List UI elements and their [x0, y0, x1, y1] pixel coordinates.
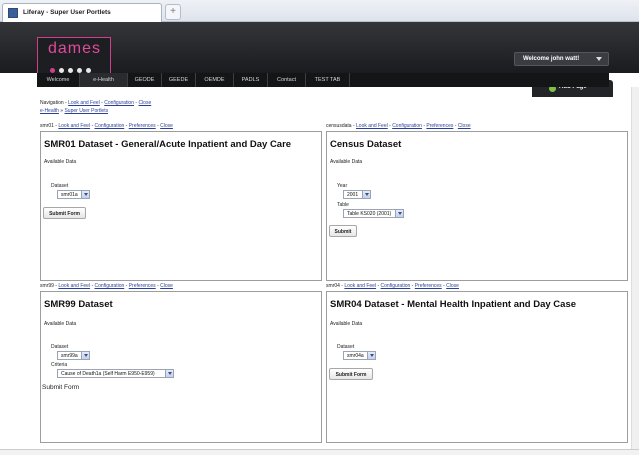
portlet-title: SMR01 Dataset - General/Acute Inpatient …: [44, 139, 292, 150]
configuration-link[interactable]: Configuration: [392, 123, 422, 129]
portlet-title: SMR04 Dataset - Mental Health Inpatient …: [330, 299, 577, 310]
configuration-link[interactable]: Configuration: [381, 283, 411, 289]
preferences-link[interactable]: Preferences: [129, 123, 156, 129]
portlet-title: Census Dataset: [330, 139, 402, 150]
close-link[interactable]: Close: [160, 283, 173, 289]
dropdown-arrow-icon: [367, 352, 375, 359]
chevron-down-icon: [596, 57, 602, 61]
welcome-label: Welcome john watt!: [523, 56, 580, 62]
browser-window: Liferay - Super User Portlets + dames We…: [0, 0, 639, 455]
page-scrollbar[interactable]: [631, 87, 639, 451]
favicon-icon: [8, 8, 18, 18]
look-and-feel-link[interactable]: Look and Feel: [356, 123, 388, 129]
browser-tab[interactable]: Liferay - Super User Portlets: [2, 3, 162, 22]
portlet-id: smr01: [40, 123, 54, 129]
smr04-portlet: SMR04 Dataset - Mental Health Inpatient …: [326, 291, 628, 443]
criteria-value: Cause of Death1a (Self Harm E950-E959): [61, 371, 155, 377]
portlet-id: smr04: [326, 283, 340, 289]
submit-form-button[interactable]: Submit Form: [43, 207, 86, 219]
nav-item-contact[interactable]: Contact: [268, 73, 306, 87]
year-value: 2001: [347, 192, 359, 198]
nav-item-oemde[interactable]: OEMDE: [196, 73, 234, 87]
dames-logo[interactable]: dames: [37, 37, 111, 77]
criteria-select[interactable]: Cause of Death1a (Self Harm E950-E959): [57, 369, 174, 378]
dropdown-arrow-icon: [81, 191, 89, 198]
dropdown-arrow-icon: [81, 352, 89, 359]
configuration-link[interactable]: Configuration: [95, 283, 125, 289]
navigation-portlet-bar: Navigation - Look and Feel - Configurati…: [40, 100, 152, 106]
preferences-link[interactable]: Preferences: [415, 283, 442, 289]
user-menu-button[interactable]: Welcome john watt!: [514, 52, 609, 66]
look-and-feel-link[interactable]: Look and Feel: [68, 100, 100, 106]
dataset-select[interactable]: smr04a: [343, 351, 376, 360]
main-nav: Welcome e-Health GEODE GEEDE OEMDE PADLS…: [37, 73, 609, 87]
dropdown-arrow-icon: [395, 210, 403, 217]
available-data-label: Available Data: [330, 321, 363, 327]
close-link[interactable]: Close: [458, 123, 471, 129]
nav-item-welcome[interactable]: Welcome: [37, 73, 80, 87]
table-value: Table KS020 (2001): [347, 211, 392, 217]
smr99-portlet-bar: smr99 - Look and Feel - Configuration - …: [40, 283, 173, 289]
available-data-label: Available Data: [44, 321, 77, 327]
dataset-value: smr04a: [347, 353, 364, 359]
portlet-title: SMR99 Dataset: [44, 299, 113, 310]
preferences-link[interactable]: Preferences: [129, 283, 156, 289]
portlet-id: censusdata: [326, 123, 352, 129]
dataset-label: Dataset: [337, 344, 355, 350]
available-data-label: Available Data: [44, 159, 77, 165]
year-label: Year: [337, 183, 348, 189]
preferences-link[interactable]: Preferences: [426, 123, 453, 129]
smr99-portlet: SMR99 Dataset Available Data Dataset smr…: [40, 291, 322, 443]
dataset-select[interactable]: smr99a: [57, 351, 90, 360]
nav-item-padls[interactable]: PADLS: [234, 73, 268, 87]
breadcrumb: e-Health » Super User Portlets: [40, 108, 109, 114]
nav-item-test-tab[interactable]: TEST TAB: [306, 73, 350, 87]
breadcrumb-super-user-portlets[interactable]: Super User Portlets: [64, 108, 108, 114]
dataset-label: Dataset: [51, 344, 69, 350]
new-tab-button[interactable]: +: [165, 4, 181, 20]
submit-button[interactable]: Submit: [329, 225, 357, 237]
smr01-portlet: SMR01 Dataset - General/Acute Inpatient …: [40, 131, 322, 281]
census-portlet-bar: censusdata - Look and Feel - Configurati…: [326, 123, 471, 129]
criteria-label: Criteria: [51, 362, 68, 368]
table-label: Table: [337, 202, 349, 208]
look-and-feel-link[interactable]: Look and Feel: [58, 283, 90, 289]
breadcrumb-e-health[interactable]: e-Health: [40, 108, 59, 114]
smr04-portlet-bar: smr04 - Look and Feel - Configuration - …: [326, 283, 459, 289]
close-link[interactable]: Close: [138, 100, 151, 106]
dataset-label: Dataset: [51, 183, 69, 189]
browser-tab-title: Liferay - Super User Portlets: [23, 9, 111, 16]
look-and-feel-link[interactable]: Look and Feel: [58, 123, 90, 129]
available-data-label: Available Data: [330, 159, 363, 165]
table-select[interactable]: Table KS020 (2001): [343, 209, 404, 218]
close-link[interactable]: Close: [446, 283, 459, 289]
portlet-id: smr99: [40, 283, 54, 289]
smr01-portlet-bar: smr01 - Look and Feel - Configuration - …: [40, 123, 173, 129]
dataset-value: smr99a: [61, 353, 78, 359]
census-portlet: Census Dataset Available Data Year 2001 …: [326, 131, 628, 281]
configuration-link[interactable]: Configuration: [104, 100, 134, 106]
nav-item-e-health[interactable]: e-Health: [80, 73, 128, 87]
site-header: dames Welcome john watt! Add Page: [0, 22, 639, 97]
configuration-link[interactable]: Configuration: [95, 123, 125, 129]
close-link[interactable]: Close: [160, 123, 173, 129]
year-select[interactable]: 2001: [343, 190, 371, 199]
look-and-feel-link[interactable]: Look and Feel: [344, 283, 376, 289]
logo-text: dames: [48, 40, 102, 57]
dataset-select[interactable]: smr01a: [57, 190, 90, 199]
navigation-label: Navigation: [40, 100, 64, 106]
status-bar: [0, 449, 639, 455]
submit-form-text[interactable]: Submit Form: [42, 384, 79, 391]
nav-item-geede[interactable]: GEEDE: [162, 73, 196, 87]
browser-tab-strip: Liferay - Super User Portlets +: [0, 0, 639, 22]
dataset-value: smr01a: [61, 192, 78, 198]
nav-item-geode[interactable]: GEODE: [128, 73, 162, 87]
dropdown-arrow-icon: [165, 370, 173, 377]
submit-form-button[interactable]: Submit Form: [329, 368, 373, 380]
dropdown-arrow-icon: [362, 191, 370, 198]
